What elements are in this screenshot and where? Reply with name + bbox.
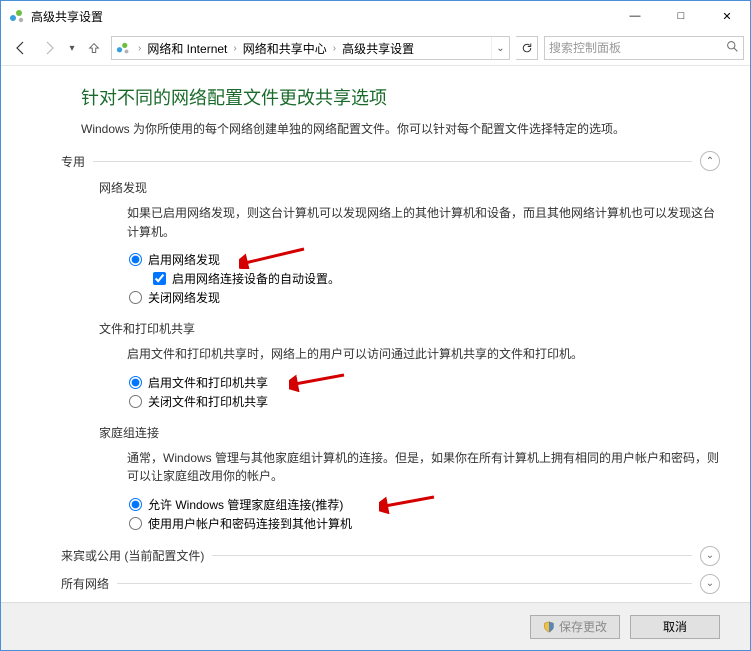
radio-row: 关闭网络发现 <box>129 289 720 306</box>
window-title: 高级共享设置 <box>31 8 612 25</box>
page-heading: 针对不同的网络配置文件更改共享选项 <box>81 84 720 110</box>
radio-enable-network-discovery[interactable] <box>129 253 142 266</box>
refresh-button[interactable] <box>516 36 538 60</box>
section-line <box>212 555 692 556</box>
subsection-desc: 通常，Windows 管理与其他家庭组计算机的连接。但是，如果你在所有计算机上拥… <box>127 449 720 486</box>
radio-label[interactable]: 允许 Windows 管理家庭组连接(推荐) <box>148 496 343 513</box>
breadcrumb-item[interactable]: 网络和共享中心 <box>241 40 329 57</box>
breadcrumb-item[interactable]: 网络和 Internet <box>145 40 229 57</box>
nav-bar: ▾ › 网络和 Internet › 网络和共享中心 › 高级共享设置 ⌄ <box>1 31 750 65</box>
address-bar[interactable]: › 网络和 Internet › 网络和共享中心 › 高级共享设置 ⌄ <box>111 36 510 60</box>
section-label: 来宾或公用 (当前配置文件) <box>61 547 204 564</box>
subsection-title: 文件和打印机共享 <box>99 320 720 337</box>
radio-row: 使用用户帐户和密码连接到其他计算机 <box>129 515 720 532</box>
radio-label[interactable]: 关闭文件和打印机共享 <box>148 393 268 410</box>
checkbox-auto-setup[interactable] <box>153 272 166 285</box>
annotation-arrow-icon <box>289 370 349 392</box>
network-icon <box>116 41 130 55</box>
footer-bar: 保存更改 取消 <box>1 602 750 650</box>
section-header-private[interactable]: 专用 ⌃ <box>61 151 720 171</box>
section-line <box>93 161 692 162</box>
checkbox-label[interactable]: 启用网络连接设备的自动设置。 <box>172 270 340 287</box>
close-button[interactable]: ✕ <box>704 1 750 31</box>
radio-label[interactable]: 启用文件和打印机共享 <box>148 374 268 391</box>
subsection-file-printer-sharing: 文件和打印机共享 启用文件和打印机共享时，网络上的用户可以访问通过此计算机共享的… <box>99 320 720 410</box>
section-line <box>117 583 692 584</box>
section-label: 所有网络 <box>61 575 109 592</box>
breadcrumb-sep: › <box>229 43 240 54</box>
subsection-title: 家庭组连接 <box>99 424 720 441</box>
radio-row: 允许 Windows 管理家庭组连接(推荐) <box>129 496 720 513</box>
annotation-arrow-icon <box>379 492 439 514</box>
radio-row: 启用文件和打印机共享 <box>129 374 720 391</box>
subsection-desc: 启用文件和打印机共享时，网络上的用户可以访问通过此计算机共享的文件和打印机。 <box>127 345 720 364</box>
title-bar: 高级共享设置 — □ ✕ <box>1 1 750 31</box>
save-button[interactable]: 保存更改 <box>530 615 620 639</box>
radio-homegroup-user[interactable] <box>129 517 142 530</box>
section-label: 专用 <box>61 153 85 170</box>
radio-label[interactable]: 使用用户帐户和密码连接到其他计算机 <box>148 515 352 532</box>
radio-disable-network-discovery[interactable] <box>129 291 142 304</box>
radio-row: 关闭文件和打印机共享 <box>129 393 720 410</box>
section-header-guest[interactable]: 来宾或公用 (当前配置文件) ⌄ <box>61 546 720 566</box>
breadcrumb-item[interactable]: 高级共享设置 <box>340 40 416 57</box>
breadcrumb-sep: › <box>134 43 145 54</box>
search-box[interactable] <box>544 36 744 60</box>
minimize-button[interactable]: — <box>612 1 658 31</box>
subsection-network-discovery: 网络发现 如果已启用网络发现，则这台计算机可以发现网络上的其他计算机和设备，而且… <box>99 179 720 306</box>
maximize-button[interactable]: □ <box>658 1 704 31</box>
address-dropdown[interactable]: ⌄ <box>491 37 509 59</box>
cancel-button-label: 取消 <box>663 618 687 635</box>
radio-label[interactable]: 关闭网络发现 <box>148 289 220 306</box>
forward-button[interactable] <box>35 35 63 61</box>
search-icon[interactable] <box>726 40 739 56</box>
save-button-label: 保存更改 <box>559 618 607 635</box>
search-input[interactable] <box>549 41 726 55</box>
collapse-icon[interactable]: ⌃ <box>700 151 720 171</box>
network-icon <box>9 8 25 24</box>
radio-row: 启用网络发现 <box>129 251 720 268</box>
cancel-button[interactable]: 取消 <box>630 615 720 639</box>
subsection-title: 网络发现 <box>99 179 720 196</box>
up-button[interactable] <box>81 35 107 61</box>
radio-label[interactable]: 启用网络发现 <box>148 251 220 268</box>
page-subtext: Windows 为你所使用的每个网络创建单独的网络配置文件。你可以针对每个配置文… <box>81 120 720 137</box>
back-button[interactable] <box>7 35 35 61</box>
expand-icon[interactable]: ⌄ <box>700 546 720 566</box>
shield-icon <box>543 621 555 633</box>
subsection-desc: 如果已启用网络发现，则这台计算机可以发现网络上的其他计算机和设备，而且其他网络计… <box>127 204 720 241</box>
window-buttons: — □ ✕ <box>612 1 750 31</box>
subsection-homegroup: 家庭组连接 通常，Windows 管理与其他家庭组计算机的连接。但是，如果你在所… <box>99 424 720 532</box>
annotation-arrow-icon <box>239 245 309 269</box>
breadcrumb-sep: › <box>329 43 340 54</box>
history-dropdown[interactable]: ▾ <box>63 43 81 54</box>
radio-disable-file-printer[interactable] <box>129 395 142 408</box>
radio-homegroup-windows[interactable] <box>129 498 142 511</box>
section-header-all-networks[interactable]: 所有网络 ⌄ <box>61 574 720 594</box>
expand-icon[interactable]: ⌄ <box>700 574 720 594</box>
checkbox-row: 启用网络连接设备的自动设置。 <box>153 270 720 287</box>
content-area: 针对不同的网络配置文件更改共享选项 Windows 为你所使用的每个网络创建单独… <box>1 66 750 602</box>
radio-enable-file-printer[interactable] <box>129 376 142 389</box>
